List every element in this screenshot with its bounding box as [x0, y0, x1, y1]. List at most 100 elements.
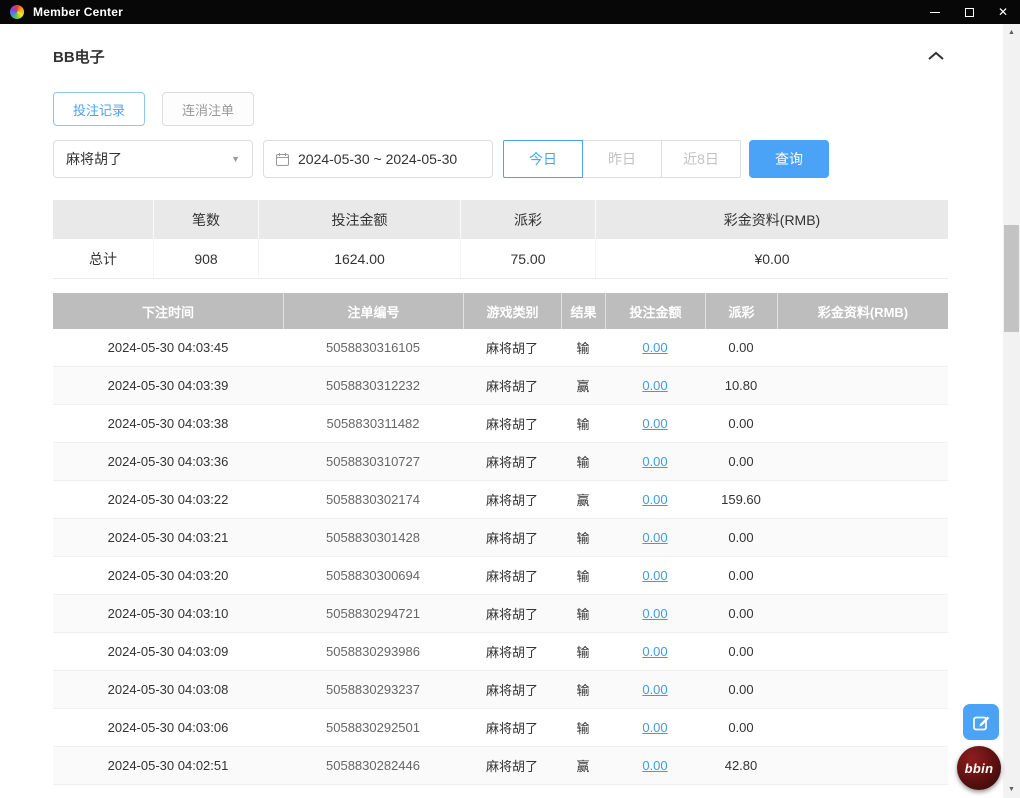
cell-payout: 0.00: [728, 454, 754, 469]
cell-bet-time: 2024-05-30 04:02:51: [107, 758, 229, 773]
table-row: 2024-05-30 04:03:22 5058830302174 麻将胡了 赢…: [53, 481, 948, 519]
cell-bet-time: 2024-05-30 04:03:39: [107, 378, 229, 393]
bbin-logo-button[interactable]: bbin: [957, 746, 1001, 790]
window-titlebar: Member Center ✕: [0, 0, 1020, 24]
summary-header-payout: 派彩: [460, 200, 595, 239]
summary-header-blank: [53, 200, 153, 239]
close-button[interactable]: ✕: [986, 0, 1020, 24]
cell-bonus: [777, 443, 948, 480]
cell-payout: 42.80: [724, 758, 758, 773]
quick-yesterday-button[interactable]: 昨日: [582, 140, 662, 178]
cell-payout: 0.00: [728, 568, 754, 583]
cell-result: 输: [576, 417, 590, 432]
bet-amount-link[interactable]: 0.00: [642, 340, 667, 355]
cell-payout: 0.00: [728, 530, 754, 545]
cell-result: 输: [576, 569, 590, 584]
vertical-scrollbar[interactable]: ▲ ▼: [1003, 24, 1020, 798]
cell-bonus: [777, 481, 948, 518]
scroll-down-button[interactable]: ▼: [1003, 781, 1020, 798]
cell-bet-time: 2024-05-30 04:03:22: [107, 492, 229, 507]
table-row: 2024-05-30 04:03:45 5058830316105 麻将胡了 输…: [53, 329, 948, 367]
cell-bonus: [777, 671, 948, 708]
bbin-logo-text: bbin: [964, 760, 994, 776]
cell-order-id: 5058830300694: [326, 568, 420, 583]
bet-table-body: 2024-05-30 04:03:45 5058830316105 麻将胡了 输…: [53, 329, 948, 785]
game-select[interactable]: 麻将胡了 ▼: [53, 140, 253, 178]
summary-payout-value: 75.00: [460, 239, 595, 278]
chevron-up-icon: [928, 51, 944, 60]
cell-order-id: 5058830310727: [326, 454, 420, 469]
search-button[interactable]: 查询: [749, 140, 829, 178]
cell-game-type: 麻将胡了: [485, 417, 538, 432]
table-header-row: 下注时间 注单编号 游戏类别 结果 投注金额 派彩 彩金资料(RMB): [53, 293, 948, 329]
cell-game-type: 麻将胡了: [485, 569, 538, 584]
scroll-up-button[interactable]: ▲: [1003, 24, 1020, 41]
cell-bet-amount: 0.00: [605, 329, 705, 366]
bet-amount-link[interactable]: 0.00: [642, 606, 667, 621]
quick-today-button[interactable]: 今日: [503, 140, 583, 178]
app-logo-icon: [10, 5, 24, 19]
summary-total-label: 总计: [89, 250, 117, 267]
cell-game-type: 麻将胡了: [485, 379, 538, 394]
header-bet-time: 下注时间: [141, 304, 194, 320]
cell-bet-amount: 0.00: [605, 443, 705, 480]
cell-bonus: [777, 709, 948, 746]
cell-bonus: [777, 329, 948, 366]
cell-result: 输: [576, 607, 590, 622]
bet-amount-link[interactable]: 0.00: [642, 378, 667, 393]
scrollbar-thumb[interactable]: [1004, 225, 1019, 332]
cell-bet-amount: 0.00: [605, 367, 705, 404]
feedback-edit-button[interactable]: [963, 704, 999, 740]
cell-payout: 159.60: [721, 492, 761, 507]
table-row: 2024-05-30 04:03:08 5058830293237 麻将胡了 输…: [53, 671, 948, 709]
cell-result: 输: [576, 683, 590, 698]
table-row: 2024-05-30 04:03:39 5058830312232 麻将胡了 赢…: [53, 367, 948, 405]
bet-amount-link[interactable]: 0.00: [642, 568, 667, 583]
table-row: 2024-05-30 04:03:09 5058830293986 麻将胡了 输…: [53, 633, 948, 671]
bet-amount-link[interactable]: 0.00: [642, 644, 667, 659]
tab-bet-records[interactable]: 投注记录: [53, 92, 146, 126]
bet-amount-link[interactable]: 0.00: [642, 530, 667, 545]
table-row-partial: [53, 785, 948, 798]
cell-bet-time: 2024-05-30 04:03:45: [107, 340, 229, 355]
cell-payout: 10.80: [724, 378, 758, 393]
header-game-type: 游戏类别: [463, 293, 561, 329]
cell-bet-time: 2024-05-30 04:03:36: [107, 454, 229, 469]
cell-order-id: 5058830301428: [326, 530, 420, 545]
cell-game-type: 麻将胡了: [485, 645, 538, 660]
table-row: 2024-05-30 04:03:21 5058830301428 麻将胡了 输…: [53, 519, 948, 557]
table-row: 2024-05-30 04:03:10 5058830294721 麻将胡了 输…: [53, 595, 948, 633]
cell-payout: 0.00: [728, 416, 754, 431]
bet-amount-link[interactable]: 0.00: [642, 416, 667, 431]
minimize-button[interactable]: [918, 0, 952, 24]
cell-bonus: [777, 747, 948, 784]
summary-bonus-value: ¥0.00: [595, 239, 948, 278]
bet-amount-link[interactable]: 0.00: [642, 492, 667, 507]
tab-cancelled-orders[interactable]: 连消注单: [162, 92, 255, 126]
collapse-section-button[interactable]: [925, 47, 947, 66]
cell-result: 赢: [576, 493, 590, 508]
cell-bet-time: 2024-05-30 04:03:38: [107, 416, 229, 431]
quick-last8days-button[interactable]: 近8日: [661, 140, 741, 178]
bet-amount-link[interactable]: 0.00: [642, 720, 667, 735]
bet-amount-link[interactable]: 0.00: [642, 682, 667, 697]
page-title: BB电子: [53, 49, 105, 66]
table-row: 2024-05-30 04:03:06 5058830292501 麻将胡了 输…: [53, 709, 948, 747]
summary-count-value: 908: [153, 239, 258, 278]
cell-game-type: 麻将胡了: [485, 341, 538, 356]
section-header: BB电子: [53, 46, 947, 67]
cell-bet-amount: 0.00: [605, 671, 705, 708]
cell-bet-amount: 0.00: [605, 747, 705, 784]
game-select-value: 麻将胡了: [66, 151, 122, 167]
minimize-icon: [930, 11, 940, 13]
summary-header-bonus: 彩金资料(RMB): [595, 200, 948, 239]
maximize-button[interactable]: [952, 0, 986, 24]
bet-amount-link[interactable]: 0.00: [642, 454, 667, 469]
bet-amount-link[interactable]: 0.00: [642, 758, 667, 773]
cell-bet-time: 2024-05-30 04:03:06: [107, 720, 229, 735]
cell-order-id: 5058830292501: [326, 720, 420, 735]
date-range-input[interactable]: 2024-05-30 ~ 2024-05-30: [263, 140, 493, 178]
cell-result: 输: [576, 531, 590, 546]
cell-order-id: 5058830293237: [326, 682, 420, 697]
bet-records-table: 下注时间 注单编号 游戏类别 结果 投注金额 派彩 彩金资料(RMB) 2024…: [53, 293, 948, 798]
